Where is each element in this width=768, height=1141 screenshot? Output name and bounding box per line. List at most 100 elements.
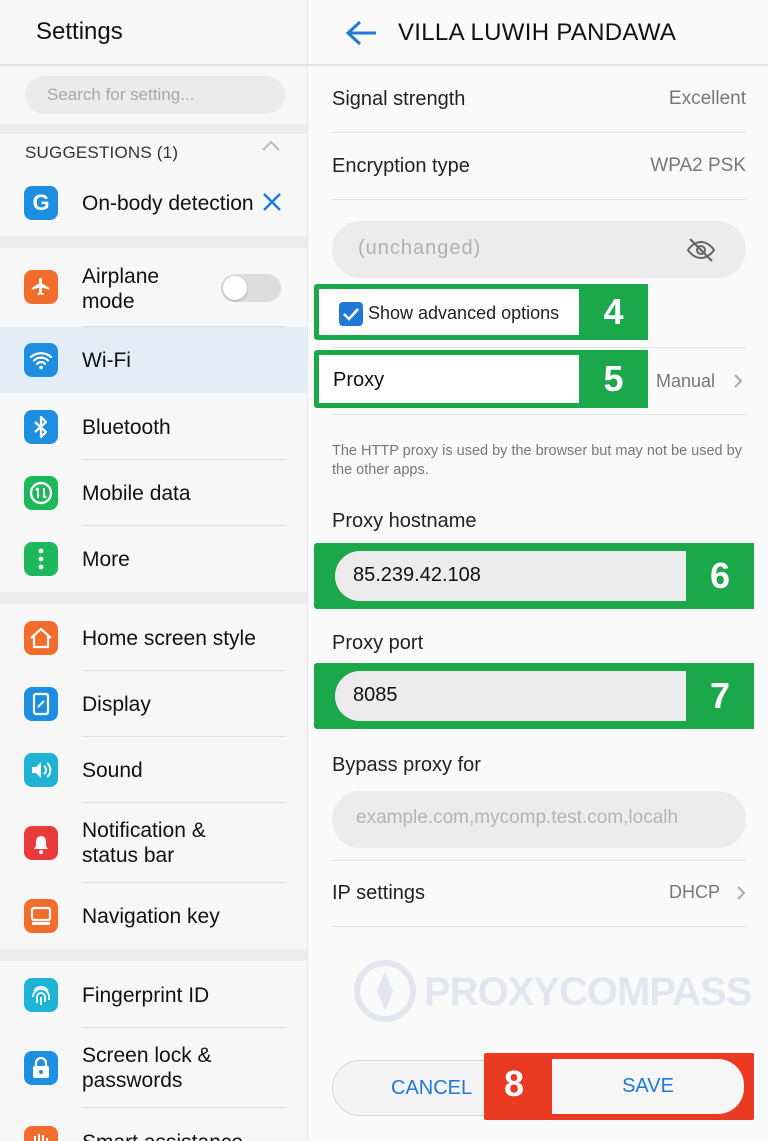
wifi-detail-panel: VILLA LUWIH PANDAWA Signal strength Exce… (308, 0, 768, 1141)
encryption-value: WPA2 PSK (650, 155, 746, 176)
hand-icon (24, 1126, 58, 1141)
sidebar-item-label: Wi-Fi (82, 349, 131, 372)
hostname-highlight: 85.239.42.108 (314, 543, 694, 609)
divider (332, 347, 746, 348)
chevron-right-icon (737, 886, 746, 900)
sidebar-item-label: More (82, 548, 130, 571)
divider (332, 414, 746, 415)
sidebar-item-screen-lock-passwords[interactable]: Screen lock & passwords (0, 1028, 307, 1108)
navigation-icon (24, 899, 58, 933)
sidebar-item-label: Home screen style (82, 627, 256, 650)
sidebar-item-label: Fingerprint ID (82, 984, 210, 1007)
step-badge-4: 4 (579, 284, 648, 340)
sidebar-item-mobile-data[interactable]: Mobile data (0, 460, 307, 526)
proxy-port-input[interactable]: 8085 (335, 671, 687, 721)
airplane-icon (24, 270, 58, 304)
watermark-text: PROXYCOMPASS (424, 970, 752, 1014)
settings-title: Settings (36, 18, 123, 45)
section-gap (0, 124, 307, 134)
sidebar-item-sound[interactable]: Sound (0, 737, 307, 803)
section-gap (0, 949, 307, 961)
step-badge-6: 6 (686, 543, 754, 609)
network-title: VILLA LUWIH PANDAWA (398, 19, 677, 46)
show-advanced-options-highlight: Show advanced options (314, 284, 587, 340)
more-icon (24, 542, 58, 576)
ip-settings-row[interactable]: IP settings DHCP (332, 882, 746, 912)
proxy-value[interactable]: Manual (656, 371, 715, 392)
sidebar-item-label: Mobile data (82, 482, 191, 505)
advanced-options-checkbox[interactable] (339, 302, 363, 326)
sidebar-item-smart-assistance[interactable]: Smart assistance (0, 1108, 307, 1141)
mobile-data-icon (24, 476, 58, 510)
sidebar-item-label: Screen lock & passwords (82, 1044, 212, 1092)
proxy-note: The HTTP proxy is used by the browser bu… (332, 443, 742, 478)
sidebar-item-label: Notification & status bar (82, 819, 206, 867)
bypass-proxy-input[interactable]: example.com,mycomp.test.com,localh (332, 791, 746, 848)
divider (332, 860, 746, 861)
chevron-right-icon (734, 374, 743, 388)
google-icon: G (24, 186, 58, 220)
compass-icon (354, 960, 416, 1022)
password-placeholder: (unchanged) (358, 237, 482, 259)
sidebar-item-label: Airplane mode (82, 265, 160, 313)
close-icon[interactable] (260, 190, 284, 214)
section-gap (0, 592, 307, 604)
bypass-label: Bypass proxy for (332, 754, 481, 776)
search-input[interactable]: Search for setting... (25, 76, 285, 114)
save-button[interactable]: SAVE (552, 1059, 744, 1114)
signal-strength-row: Signal strength Excellent (332, 88, 746, 118)
bluetooth-icon (24, 410, 58, 444)
eye-slash-icon[interactable] (686, 237, 716, 263)
bell-icon (24, 826, 58, 860)
signal-value: Excellent (668, 88, 746, 109)
sidebar-item-home-screen-style[interactable]: Home screen style (0, 604, 307, 671)
advanced-options-label[interactable]: Show advanced options (368, 303, 559, 324)
divider (308, 64, 768, 66)
chevron-up-icon[interactable] (262, 140, 280, 152)
lock-icon (24, 1051, 58, 1085)
sidebar-item-wifi[interactable]: Wi-Fi (0, 327, 307, 393)
sidebar-item-label: Navigation key (82, 905, 220, 928)
signal-label: Signal strength (332, 88, 466, 110)
port-highlight: 8085 (314, 663, 694, 729)
sidebar-item-fingerprint-id[interactable]: Fingerprint ID (0, 961, 307, 1028)
airplane-mode-toggle[interactable] (221, 274, 281, 302)
section-gap (0, 236, 307, 248)
ip-settings-label: IP settings (332, 882, 426, 904)
fingerprint-icon (24, 978, 58, 1012)
step-badge-7: 7 (686, 663, 754, 729)
encryption-row: Encryption type WPA2 PSK (332, 155, 746, 185)
sound-icon (24, 753, 58, 787)
sidebar-item-display[interactable]: Display (0, 671, 307, 737)
wifi-icon (24, 343, 58, 377)
sidebar-item-label: Bluetooth (82, 416, 171, 439)
watermark-logo: PROXYCOMPASS (350, 956, 752, 1026)
proxy-hostname-input[interactable]: 85.239.42.108 (335, 551, 687, 601)
divider (332, 199, 746, 200)
display-icon (24, 687, 58, 721)
back-arrow-icon[interactable] (344, 18, 378, 48)
sidebar-item-label: Smart assistance (82, 1130, 243, 1141)
sidebar-item-more[interactable]: More (0, 526, 307, 592)
proxy-label: Proxy (333, 369, 385, 391)
step-badge-8: 8 (504, 1063, 525, 1104)
sidebar-item-label: Sound (82, 759, 143, 782)
encryption-label: Encryption type (332, 155, 470, 177)
sidebar-item-label: Display (82, 693, 151, 716)
sidebar-item-notification-status-bar[interactable]: Notification & status bar (0, 803, 307, 883)
password-field[interactable]: (unchanged) (332, 221, 746, 278)
sidebar-item-bluetooth[interactable]: Bluetooth (0, 393, 307, 460)
divider (0, 64, 307, 66)
home-icon (24, 621, 58, 655)
proxy-highlight[interactable]: Proxy (314, 350, 587, 408)
suggestion-label: On-body detection (82, 192, 254, 215)
settings-sidebar: Settings Search for setting... SUGGESTIO… (0, 0, 308, 1141)
divider (332, 926, 746, 927)
port-label: Proxy port (332, 632, 424, 654)
step-badge-5: 5 (579, 350, 648, 408)
suggestions-header: SUGGESTIONS (1) (25, 143, 179, 162)
divider (332, 132, 746, 133)
hostname-label: Proxy hostname (332, 510, 477, 532)
sidebar-item-navigation-key[interactable]: Navigation key (0, 883, 307, 949)
ip-settings-value: DHCP (668, 882, 720, 902)
